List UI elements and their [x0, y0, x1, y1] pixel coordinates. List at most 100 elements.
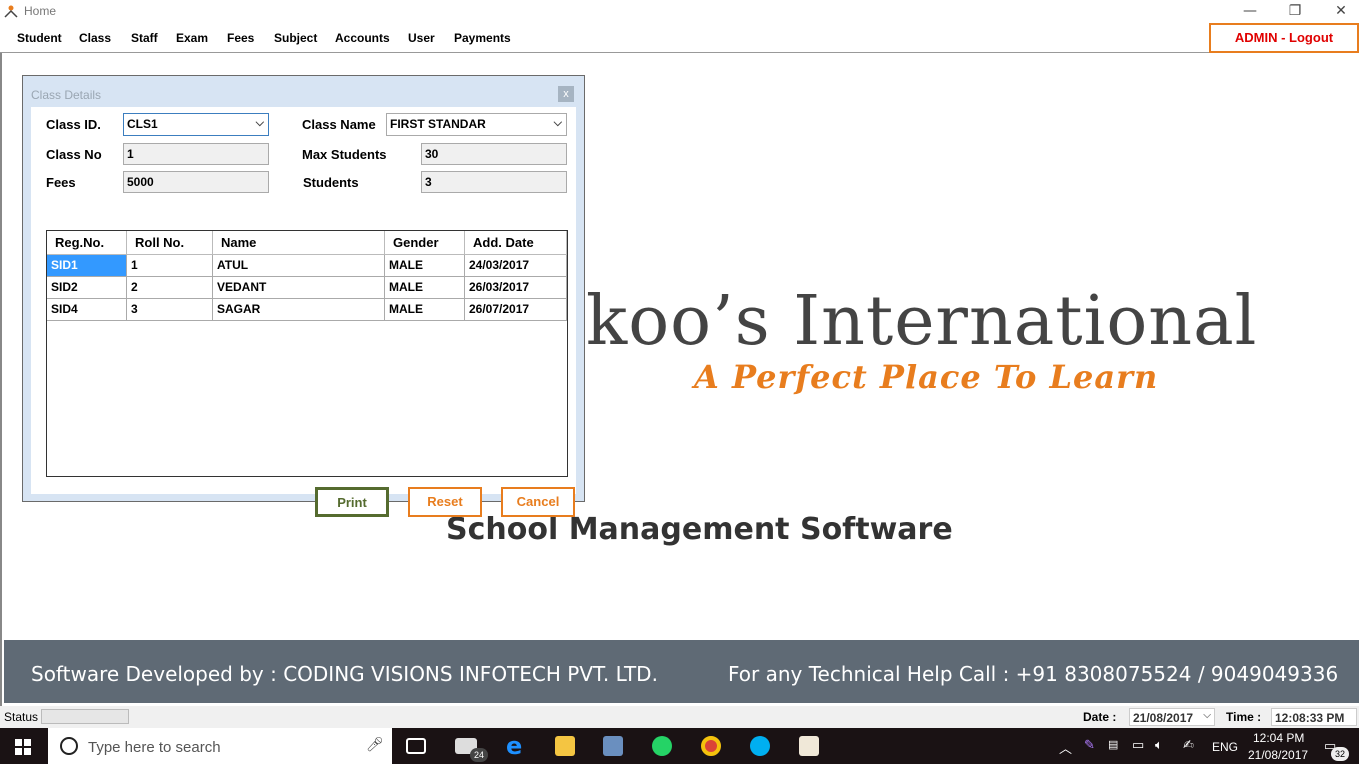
table-cell-reg-no[interactable]: SID4 [47, 299, 127, 321]
menu-item-accounts[interactable]: Accounts [335, 31, 390, 45]
fees-field[interactable]: 5000 [123, 171, 269, 193]
cortana-icon [60, 737, 78, 755]
windows-taskbar: Type here to search 🎤︎ 24 e ︿ ✎ ▤ ▭ 🔈︎ ✍… [0, 728, 1359, 764]
class-no-field[interactable]: 1 [123, 143, 269, 165]
task-view-icon[interactable] [406, 738, 426, 754]
window-title: Home [24, 4, 57, 18]
school-app-icon[interactable] [799, 736, 819, 756]
table-cell-add-date[interactable]: 26/03/2017 [465, 277, 567, 299]
volume-icon[interactable]: 🔈︎ [1155, 737, 1163, 753]
ink-icon[interactable]: ✍︎ [1183, 737, 1194, 753]
print-button[interactable]: Print [315, 487, 389, 517]
taskbar-search-placeholder: Type here to search [88, 739, 221, 756]
table-cell-reg-no[interactable]: SID2 [47, 277, 127, 299]
menu-item-staff[interactable]: Staff [131, 31, 158, 45]
column-header-add-date[interactable]: Add. Date [465, 231, 567, 255]
time-field: 12:08:33 PM [1271, 708, 1357, 726]
table-cell-add-date[interactable]: 24/03/2017 [465, 255, 567, 277]
network-icon[interactable]: ▤ [1108, 738, 1118, 751]
minimize-button[interactable]: — [1235, 2, 1265, 20]
table-cell-add-date[interactable]: 26/07/2017 [465, 299, 567, 321]
time-label: Time : [1226, 710, 1262, 724]
notification-badge: 32 [1331, 747, 1349, 761]
table-cell-name[interactable]: SAGAR [213, 299, 385, 321]
clock-time[interactable]: 12:04 PM [1253, 731, 1304, 745]
menu-item-fees[interactable]: Fees [227, 31, 254, 45]
edge-browser-icon[interactable]: e [506, 732, 526, 760]
mail-badge: 24 [470, 748, 488, 762]
dialog-body: Class ID. CLS1 ⌵ Class Name FIRST STANDA… [31, 107, 576, 517]
clock-date[interactable]: 21/08/2017 [1248, 748, 1308, 762]
class-name-combo[interactable]: FIRST STANDAR ⌵ [386, 113, 567, 136]
class-id-label: Class ID. [46, 117, 101, 132]
table-cell-gender[interactable]: MALE [385, 299, 465, 321]
window-titlebar: Home — ❐ ✕ [0, 0, 1359, 24]
table-cell-name[interactable]: VEDANT [213, 277, 385, 299]
max-students-value: 30 [425, 147, 439, 161]
dialog-close-button[interactable]: x [558, 86, 574, 102]
class-name-label: Class Name [302, 117, 376, 132]
support-phone: For any Technical Help Call : +91 830807… [728, 662, 1339, 686]
school-logo-slogan: A Perfect Place To Learn [694, 358, 1159, 396]
pen-icon[interactable]: ✎ [1084, 737, 1095, 753]
file-explorer-icon[interactable] [555, 736, 575, 756]
class-no-label: Class No [46, 147, 102, 162]
chevron-up-icon[interactable]: ︿ [1059, 738, 1072, 757]
menu-bar: Student Class Staff Exam Fees Subject Ac… [0, 24, 1359, 53]
software-tagline: School Management Software [446, 512, 953, 547]
table-cell-roll-no[interactable]: 3 [127, 299, 213, 321]
menu-item-class[interactable]: Class [79, 31, 111, 45]
dialog-title: Class Details [31, 88, 102, 102]
column-header-roll-no[interactable]: Roll No. [127, 231, 213, 255]
column-header-reg-no[interactable]: Reg.No. [47, 231, 127, 255]
status-progress-bar [41, 709, 129, 724]
time-value: 12:08:33 PM [1275, 711, 1345, 725]
table-cell-gender[interactable]: MALE [385, 255, 465, 277]
skype-icon[interactable] [750, 736, 770, 756]
windows-start-icon[interactable] [15, 739, 31, 755]
menu-item-subject[interactable]: Subject [274, 31, 317, 45]
class-name-value: FIRST STANDAR [390, 117, 486, 131]
menu-item-user[interactable]: User [408, 31, 435, 45]
column-header-name[interactable]: Name [213, 231, 385, 255]
menu-item-student[interactable]: Student [17, 31, 62, 45]
battery-icon[interactable]: ▭ [1132, 737, 1144, 753]
reset-button[interactable]: Reset [408, 487, 482, 517]
date-value: 21/08/2017 [1133, 711, 1194, 725]
restore-button[interactable]: ❐ [1280, 2, 1310, 20]
max-students-label: Max Students [302, 147, 387, 162]
class-no-value: 1 [127, 147, 134, 161]
microphone-icon[interactable]: 🎤︎ [366, 737, 384, 753]
chevron-down-icon: ⌵ [1203, 710, 1211, 721]
fees-value: 5000 [127, 175, 154, 189]
cancel-button[interactable]: Cancel [501, 487, 575, 517]
table-cell-roll-no[interactable]: 2 [127, 277, 213, 299]
students-label: Students [303, 175, 359, 190]
school-logo-name: koo’s International [586, 282, 1258, 361]
close-window-button[interactable]: ✕ [1326, 2, 1356, 20]
class-id-value: CLS1 [127, 117, 158, 131]
chevron-down-icon: ⌵ [255, 116, 264, 129]
admin-logout-button[interactable]: ADMIN - Logout [1209, 23, 1359, 53]
students-field[interactable]: 3 [421, 171, 567, 193]
table-cell-roll-no[interactable]: 1 [127, 255, 213, 277]
column-header-gender[interactable]: Gender [385, 231, 465, 255]
taskbar-search-box[interactable]: Type here to search 🎤︎ [48, 728, 392, 764]
calculator-icon[interactable] [603, 736, 623, 756]
date-picker[interactable]: 21/08/2017 ⌵ [1129, 708, 1215, 726]
footer-banner: Software Developed by : CODING VISIONS I… [4, 640, 1359, 703]
status-label: Status [4, 710, 39, 724]
app-logo-icon [4, 5, 18, 18]
max-students-field[interactable]: 30 [421, 143, 567, 165]
table-cell-name[interactable]: ATUL [213, 255, 385, 277]
students-table[interactable]: Reg.No. Roll No. Name Gender Add. Date S… [46, 230, 568, 477]
menu-item-exam[interactable]: Exam [176, 31, 208, 45]
whatsapp-icon[interactable] [652, 736, 672, 756]
menu-item-payments[interactable]: Payments [454, 31, 511, 45]
language-indicator[interactable]: ENG [1212, 740, 1238, 754]
class-id-combo[interactable]: CLS1 ⌵ [123, 113, 269, 136]
table-cell-gender[interactable]: MALE [385, 277, 465, 299]
main-area-border [0, 53, 2, 708]
table-cell-reg-no[interactable]: SID1 [47, 255, 127, 277]
chrome-icon[interactable] [701, 736, 721, 756]
